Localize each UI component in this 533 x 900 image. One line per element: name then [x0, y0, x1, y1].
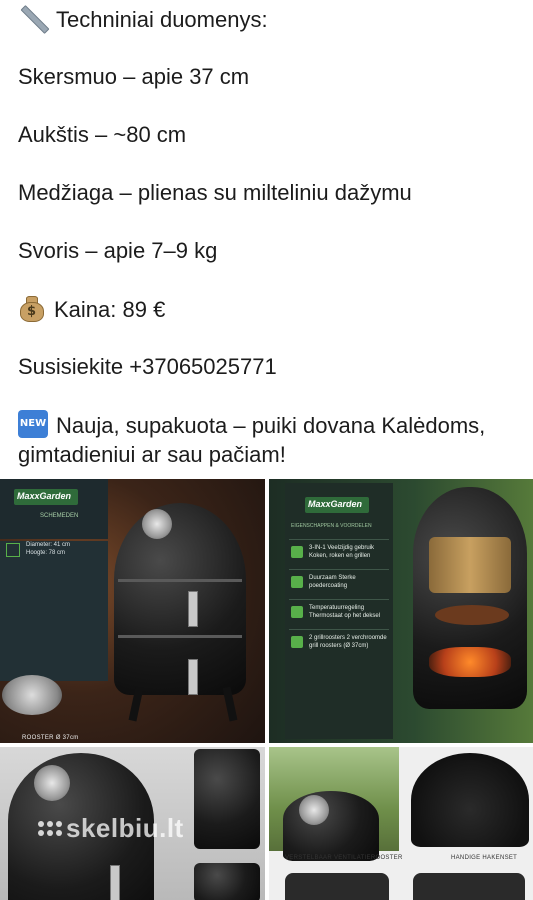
- product-photo-1[interactable]: MaxxGarden SCHEMEDEN Diameter: 41 cm Hoo…: [0, 479, 265, 743]
- dimension-icon: [6, 543, 20, 557]
- grill-seam: [118, 579, 242, 582]
- grill-preview: [285, 873, 389, 900]
- smoked-fish-image: [429, 537, 511, 593]
- spec-material: Medžiaga – plienas su milteliniu dažymu: [18, 180, 412, 205]
- feature-row: Temperatuurregeling Thermostaat op het d…: [289, 599, 389, 625]
- roast-image: [435, 605, 509, 625]
- grill-preview: [413, 873, 525, 900]
- spec-height-label: Hoogte: 78 cm: [26, 550, 66, 556]
- spec-weight: Svoris – apie 7–9 kg: [18, 238, 218, 263]
- charcoal-fire-image: [429, 647, 511, 677]
- photo1-subtitle: SCHEMEDEN: [40, 513, 79, 519]
- grill-door: [188, 659, 198, 695]
- product-photo-4[interactable]: VERSTELBAAR VENTILATIEROOSTER HANDIGE HA…: [269, 747, 533, 900]
- straight-ruler-icon: [18, 4, 50, 34]
- new-text: Nauja, supakuota – puiki dovana Kalėdoms…: [18, 413, 486, 467]
- spec-panel: Diameter: 41 cm Hoogte: 78 cm: [0, 541, 108, 681]
- vent-icon: [142, 509, 172, 539]
- feature-row: 2 grillroosters 2 verchroomde grill roos…: [289, 629, 389, 655]
- vent-icon: [299, 795, 329, 825]
- product-photo-2[interactable]: MaxxGarden EIGENSCHAPPEN & VOORDELEN 3-I…: [269, 479, 533, 743]
- hook-set-image: [411, 753, 529, 847]
- specs-heading-line: Techniniai duomenys:: [18, 4, 268, 34]
- vent-caption: VERSTELBAAR VENTILATIEROOSTER: [285, 855, 403, 861]
- watermark: skelbiu.lt: [38, 813, 184, 844]
- vent-icon: [34, 765, 70, 801]
- spec-diameter-label: Diameter: 41 cm: [26, 542, 71, 548]
- grill-base-image: [194, 863, 260, 900]
- hooks-caption: HANDIGE HAKENSET: [451, 855, 518, 861]
- grill-lid-image: [283, 791, 379, 861]
- smoker-grill-image: [114, 503, 246, 695]
- feature-panel: MaxxGarden EIGENSCHAPPEN & VOORDELEN 3-I…: [285, 483, 393, 739]
- money-bag-icon: $: [18, 294, 46, 322]
- feature-row: Duurzaam Sterke poedercoating: [289, 569, 389, 595]
- specs-heading: Techniniai duomenys:: [56, 7, 268, 32]
- feature-row: 3-IN-1 Veelzijdig gebruik Koken, roken e…: [289, 539, 389, 565]
- stacked-grill-image: [194, 749, 260, 849]
- grill-door: [110, 865, 120, 900]
- grill-seam: [118, 635, 242, 638]
- grill-rack-image: [2, 675, 62, 715]
- photo2-subtitle: EIGENSCHAPPEN & VOORDELEN: [291, 523, 372, 529]
- brand-logo: MaxxGarden: [305, 497, 369, 513]
- price-line: $ Kaina: 89 €: [18, 294, 165, 324]
- watermark-logo-icon: [38, 819, 62, 839]
- contact-line: Susisiekite +37065025771: [18, 354, 277, 379]
- spec-diameter: Skersmuo – apie 37 cm: [18, 64, 250, 89]
- grill-door: [188, 591, 198, 627]
- spec-height: Aukštis – ~80 cm: [18, 122, 187, 147]
- price-text: Kaina: 89 €: [54, 297, 166, 322]
- new-button-icon: NEW: [18, 410, 48, 438]
- new-line: NEW Nauja, supakuota – puiki dovana Kalėd…: [18, 410, 523, 469]
- brand-logo: MaxxGarden: [14, 489, 78, 505]
- brand-header: MaxxGarden SCHEMEDEN: [0, 479, 108, 539]
- photo1-caption: ROOSTER Ø 37cm: [22, 735, 79, 741]
